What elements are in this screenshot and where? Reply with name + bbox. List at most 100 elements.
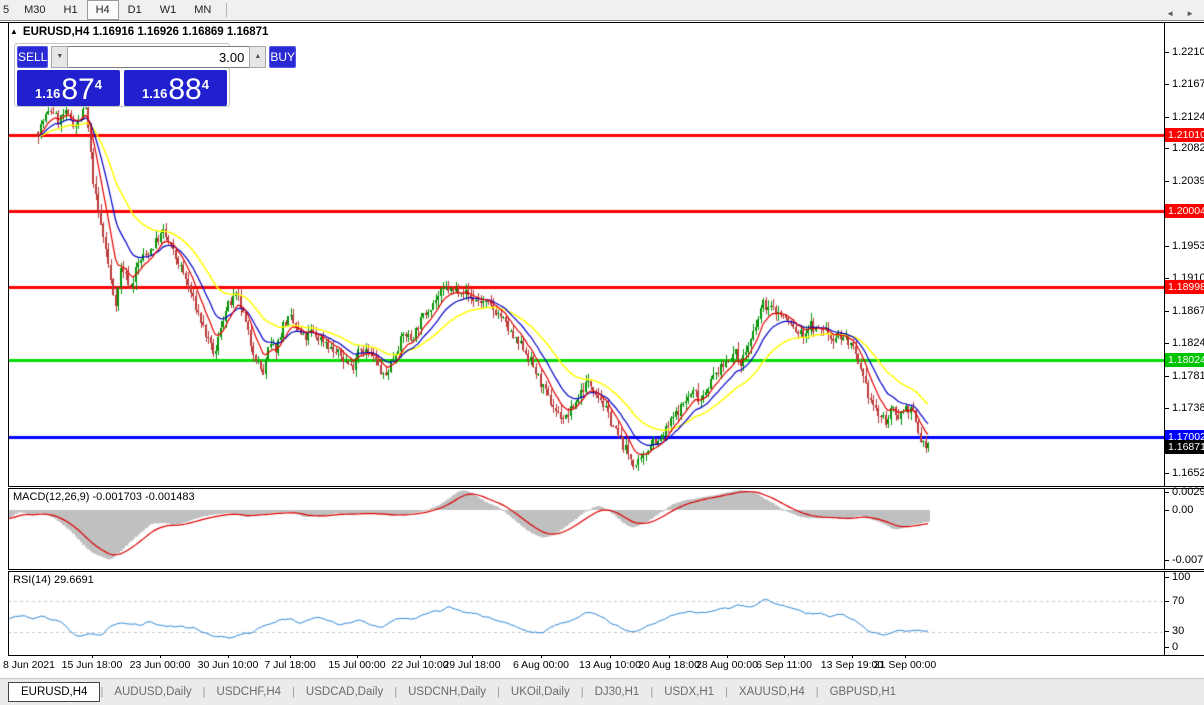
price-tick-label: 1.18240 bbox=[1172, 337, 1204, 350]
price-tick-mark bbox=[1164, 52, 1169, 53]
price-tick-label: 1.20820 bbox=[1172, 142, 1204, 155]
date-tick-mark bbox=[727, 655, 728, 658]
volume-input[interactable] bbox=[68, 46, 249, 68]
chart-tab-bar: EURUSD,H4|AUDUSD,Daily|USDCHF,H4|USDCAD,… bbox=[0, 678, 1204, 705]
chart-ohlc-header: ▲ EURUSD,H4 1.16916 1.16926 1.16869 1.168… bbox=[10, 26, 268, 38]
sell-price-prefix: 1.16 bbox=[35, 86, 60, 101]
rsi-pane-canvas[interactable] bbox=[8, 572, 1164, 655]
date-tick-mark bbox=[92, 655, 93, 658]
price-tick-label: 1.19530 bbox=[1172, 240, 1204, 253]
buy-button[interactable]: BUY bbox=[269, 46, 296, 68]
price-tick-label: 1.20390 bbox=[1172, 175, 1204, 188]
timeframe-button-5[interactable]: 5 bbox=[0, 0, 15, 20]
date-tick-mark bbox=[610, 655, 611, 658]
sell-price-big: 87 bbox=[61, 76, 94, 104]
chart-tab-xauusd[interactable]: XAUUSD,H4 bbox=[728, 682, 816, 702]
chart-tab-ukoil[interactable]: UKOil,Daily bbox=[500, 682, 581, 702]
date-tick-mark bbox=[357, 655, 358, 658]
price-tick-mark bbox=[1164, 181, 1169, 182]
date-tick-mark bbox=[905, 655, 906, 658]
chart-left-border bbox=[8, 22, 9, 655]
macd-tick-mark bbox=[1164, 492, 1169, 493]
date-axis-label: 13 Aug 10:00 bbox=[579, 659, 641, 671]
buy-price-big: 88 bbox=[168, 76, 201, 104]
tab-scroll-left-icon[interactable]: ◄ bbox=[1166, 9, 1174, 18]
chart-tab-usdcnh[interactable]: USDCNH,Daily bbox=[397, 682, 497, 702]
date-axis-label: 30 Jun 10:00 bbox=[198, 659, 259, 671]
date-tick-mark bbox=[669, 655, 670, 658]
chart-tab-usdchf[interactable]: USDCHF,H4 bbox=[206, 682, 293, 702]
timeframe-button-d1[interactable]: D1 bbox=[119, 0, 151, 20]
volume-increase-button[interactable]: ▲ bbox=[249, 46, 266, 68]
timeframe-button-h1[interactable]: H1 bbox=[55, 0, 87, 20]
rsi-axis-label: 0 bbox=[1172, 641, 1178, 654]
macd-tick-mark bbox=[1164, 560, 1169, 561]
rsi-axis-label: 70 bbox=[1172, 595, 1184, 608]
price-tick-mark bbox=[1164, 376, 1169, 377]
price-level-tag: 1.21010 bbox=[1165, 128, 1204, 142]
rsi-axis-label: 30 bbox=[1172, 625, 1184, 638]
price-level-tag: 1.20004 bbox=[1165, 204, 1204, 218]
volume-decrease-button[interactable]: ▼ bbox=[51, 46, 68, 68]
price-tick-label: 1.17810 bbox=[1172, 370, 1204, 383]
macd-axis-label: -0.00715 bbox=[1172, 554, 1204, 567]
date-tick-mark bbox=[541, 655, 542, 658]
rsi-tick-mark bbox=[1164, 577, 1169, 578]
rsi-tick-mark bbox=[1164, 647, 1169, 648]
macd-axis-label: 0.00 bbox=[1172, 504, 1193, 517]
rsi-pane-splitter[interactable] bbox=[8, 569, 1204, 572]
macd-pane-splitter[interactable] bbox=[8, 486, 1204, 489]
date-axis-label: 15 Jul 00:00 bbox=[328, 659, 385, 671]
one-click-trading-panel: SELL ▼ ▲ BUY 1.16 87 4 1.16 88 4 bbox=[14, 43, 230, 107]
price-tick-mark bbox=[1164, 84, 1169, 85]
price-tick-label: 1.17380 bbox=[1172, 402, 1204, 415]
price-tick-mark bbox=[1164, 343, 1169, 344]
volume-stepper: ▼ ▲ bbox=[51, 46, 266, 68]
collapse-arrow-icon[interactable]: ▲ bbox=[10, 27, 18, 36]
timeframe-toolbar: 5M30H1H4D1W1MN bbox=[0, 0, 1204, 21]
chart-tab-dj30[interactable]: DJ30,H1 bbox=[584, 682, 651, 702]
tab-scroll-right-icon[interactable]: ► bbox=[1186, 9, 1194, 18]
price-tick-label: 1.22100 bbox=[1172, 46, 1204, 59]
sell-price-display[interactable]: 1.16 87 4 bbox=[17, 70, 120, 106]
price-level-tag: 1.18024 bbox=[1165, 353, 1204, 367]
macd-tick-mark bbox=[1164, 510, 1169, 511]
price-tick-label: 1.21240 bbox=[1172, 111, 1204, 124]
date-axis-label: 28 Aug 00:00 bbox=[696, 659, 758, 671]
macd-axis-label: 0.002947 bbox=[1172, 486, 1204, 499]
date-axis-label: 6 Aug 00:00 bbox=[513, 659, 569, 671]
chart-tab-audusd[interactable]: AUDUSD,Daily bbox=[103, 682, 202, 702]
date-tick-mark bbox=[420, 655, 421, 658]
price-tick-mark bbox=[1164, 408, 1169, 409]
price-tick-mark bbox=[1164, 473, 1169, 474]
date-axis-label: 6 Sep 11:00 bbox=[756, 659, 812, 671]
date-tick-mark bbox=[290, 655, 291, 658]
timeframe-button-mn[interactable]: MN bbox=[185, 0, 220, 20]
date-axis-label: 8 Jun 2021 bbox=[3, 659, 55, 671]
date-tick-mark bbox=[852, 655, 853, 658]
chart-tab-usdx[interactable]: USDX,H1 bbox=[653, 682, 725, 702]
price-tick-mark bbox=[1164, 311, 1169, 312]
chart-top-border bbox=[0, 22, 1204, 23]
chart-tab-gbpusd[interactable]: GBPUSD,H1 bbox=[819, 682, 907, 702]
sell-button[interactable]: SELL bbox=[17, 46, 48, 68]
price-tick-mark bbox=[1164, 148, 1169, 149]
rsi-indicator-label: RSI(14) 29.6691 bbox=[13, 574, 94, 586]
price-tick-label: 1.16520 bbox=[1172, 467, 1204, 480]
rsi-axis-label: 100 bbox=[1172, 571, 1190, 584]
date-axis-label: 15 Jun 18:00 bbox=[62, 659, 123, 671]
sell-price-sup: 4 bbox=[95, 77, 102, 92]
price-tick-mark bbox=[1164, 246, 1169, 247]
chart-tab-usdcad[interactable]: USDCAD,Daily bbox=[295, 682, 394, 702]
timeframe-button-m30[interactable]: M30 bbox=[15, 0, 54, 20]
timeframe-button-h4[interactable]: H4 bbox=[87, 0, 119, 20]
date-axis-label: 21 Sep 00:00 bbox=[874, 659, 936, 671]
buy-price-display[interactable]: 1.16 88 4 bbox=[124, 70, 227, 106]
chart-tab-eurusd[interactable]: EURUSD,H4 bbox=[8, 682, 100, 702]
buy-price-sup: 4 bbox=[202, 77, 209, 92]
chart-bottom-border bbox=[8, 655, 1204, 656]
price-tick-label: 1.18670 bbox=[1172, 305, 1204, 318]
ohlc-text: EURUSD,H4 1.16916 1.16926 1.16869 1.1687… bbox=[23, 26, 269, 38]
timeframe-button-w1[interactable]: W1 bbox=[151, 0, 186, 20]
price-level-tag: 1.18998 bbox=[1165, 280, 1204, 294]
